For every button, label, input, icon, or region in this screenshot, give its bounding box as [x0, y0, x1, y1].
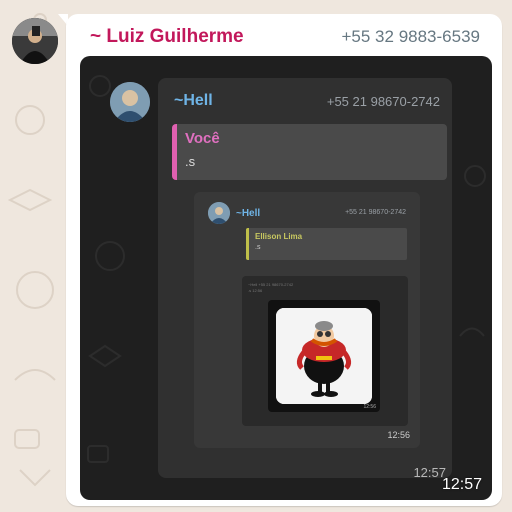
nested-timestamp: 12:56 — [387, 430, 410, 440]
nested-screenshot: ~Hell +55 21 98670-2742 Ellison Lima .s … — [194, 192, 420, 448]
nested-reply-quote-text: .s — [255, 244, 261, 251]
sticker-frame: 12:56 — [268, 300, 380, 412]
reply-quote-name: Você — [185, 130, 220, 147]
sender-avatar[interactable] — [12, 18, 58, 64]
deep-nested-screenshot: ~Hell +55 21 98670-2742 .s 12:56 12:56 — [242, 276, 408, 426]
sender-name[interactable]: ~ Luiz Guilherme — [90, 26, 244, 48]
nested-reply-quote: Ellison Lima .s — [246, 228, 407, 260]
nested-reply-quote-name: Ellison Lima — [255, 232, 303, 241]
sticker-image-icon — [276, 308, 372, 404]
reply-quote-text: .s — [185, 154, 196, 169]
forwarded-sender-name: ~Hell — [174, 92, 213, 109]
nested-sender-avatar — [208, 202, 230, 224]
nested-sender-name: ~Hell — [236, 208, 261, 219]
forwarded-sender-phone: +55 21 98670-2742 — [326, 94, 440, 109]
avatar-photo-icon — [110, 82, 150, 122]
deep-sender-phone: +55 21 98670-2742 — [258, 282, 294, 287]
deep-time: 12:56 — [252, 288, 263, 293]
sticker-image — [276, 308, 372, 404]
quoted-sender-avatar — [110, 82, 150, 122]
message-timestamp: 12:57 — [441, 476, 482, 493]
avatar-photo-icon — [208, 202, 230, 224]
reply-quote: Você .s — [172, 124, 447, 180]
attached-screenshot[interactable]: ~Hell +55 21 98670-2742 Você .s ~Hell +5… — [80, 56, 492, 500]
nested-sender-phone: +55 21 98670-2742 — [345, 209, 406, 216]
deep-sender-name: ~Hell — [248, 282, 258, 287]
sticker-time: 12:56 — [363, 404, 376, 410]
deep-text: .s — [248, 288, 252, 293]
avatar-photo-icon — [12, 18, 58, 64]
sender-phone: +55 32 9883-6539 — [341, 27, 481, 46]
